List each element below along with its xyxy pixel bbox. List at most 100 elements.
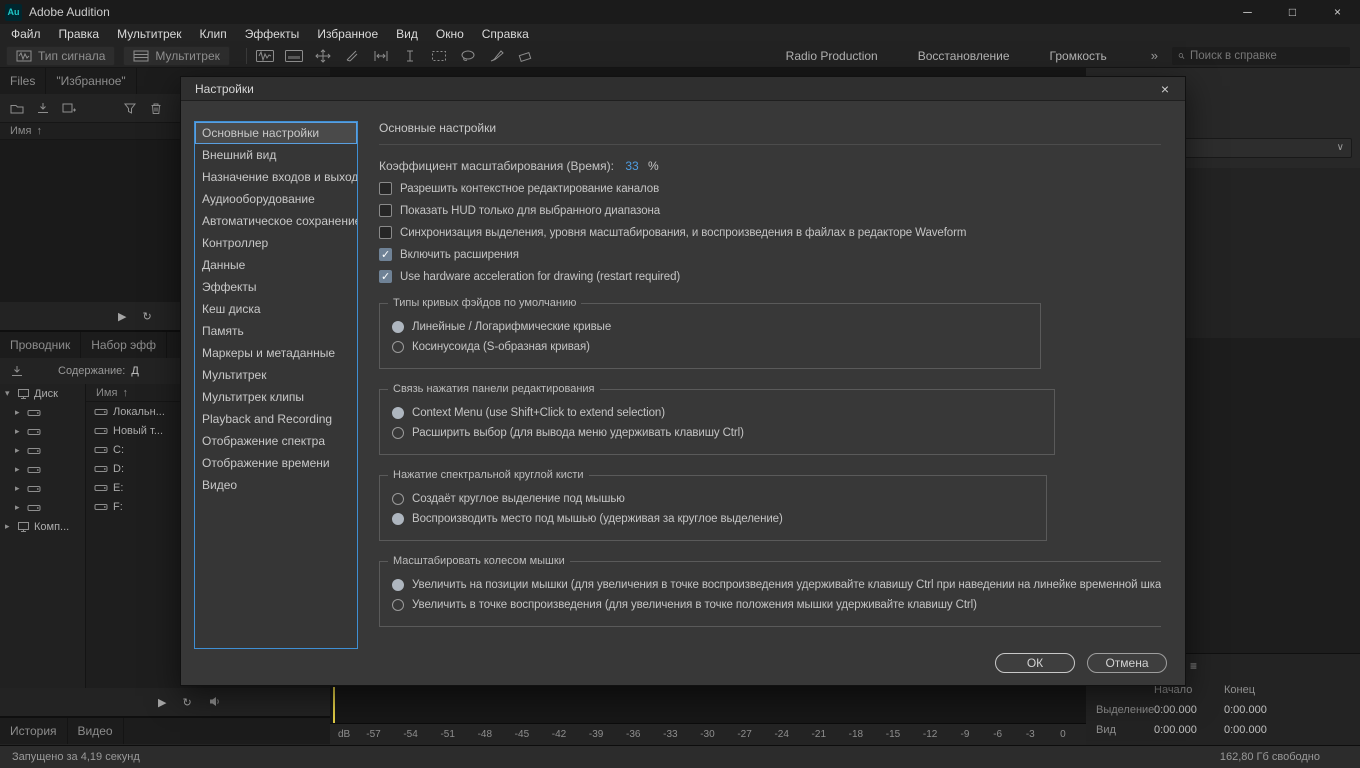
loop-icon[interactable]: ↻	[182, 696, 191, 709]
menu-item[interactable]: Мультитрек	[108, 24, 190, 44]
maximize-button[interactable]: □	[1270, 0, 1315, 24]
trash-icon[interactable]	[149, 102, 163, 115]
panel-tab[interactable]: Набор эфф ≡	[81, 332, 167, 358]
time-end-value[interactable]: 0:00.000	[1224, 704, 1294, 716]
checkbox-row[interactable]: Показать HUD только для выбранного диапа…	[379, 204, 1161, 217]
dialog-close-button[interactable]: ×	[1145, 77, 1185, 101]
preferences-category-item[interactable]: Маркеры и метаданные	[195, 342, 357, 364]
checkbox-row[interactable]: Синхронизация выделения, уровня масштаби…	[379, 226, 1161, 239]
open-folder-icon[interactable]	[10, 102, 24, 114]
help-search-input[interactable]	[1190, 50, 1344, 62]
checkbox[interactable]	[379, 226, 392, 239]
preferences-category-item[interactable]: Отображение времени	[195, 452, 357, 474]
checkbox-row[interactable]: Разрешить контекстное редактирование кан…	[379, 182, 1161, 195]
tree-drive-row[interactable]: ▸	[0, 460, 85, 479]
collapsed-icon[interactable]: ▸	[15, 502, 23, 513]
close-button[interactable]: ×	[1315, 0, 1360, 24]
preferences-category-item[interactable]: Данные	[195, 254, 357, 276]
radio-button[interactable]	[392, 407, 404, 419]
play-icon[interactable]: ▶	[158, 696, 166, 709]
radio-button[interactable]	[392, 599, 404, 611]
eraser-tool-icon[interactable]	[516, 48, 536, 64]
waveform-view-button[interactable]: Тип сигнала	[6, 46, 115, 66]
radio-option[interactable]: Увеличить в точке воспроизведения (для у…	[392, 599, 1156, 611]
multitrack-view-button[interactable]: Мультитрек	[123, 46, 229, 66]
help-search-box[interactable]	[1172, 47, 1350, 65]
preferences-category-item[interactable]: Контроллер	[195, 232, 357, 254]
checkbox[interactable]	[379, 204, 392, 217]
cancel-button[interactable]: Отмена	[1087, 653, 1167, 673]
preferences-category-item[interactable]: Кеш диска	[195, 298, 357, 320]
preferences-category-item[interactable]: Отображение спектра	[195, 430, 357, 452]
preferences-category-item[interactable]: Назначение входов и выходов	[195, 166, 357, 188]
paintbrush-selection-tool-icon[interactable]	[487, 48, 507, 64]
drive-tree[interactable]: ▾ Диск ▸ ▸	[0, 384, 86, 688]
radio-button[interactable]	[392, 341, 404, 353]
minimize-button[interactable]: ─	[1225, 0, 1270, 24]
radio-button[interactable]	[392, 427, 404, 439]
tree-root-row[interactable]: ▾ Диск	[0, 384, 85, 403]
menu-item[interactable]: Правка	[50, 24, 109, 44]
move-tool-icon[interactable]	[313, 48, 333, 64]
time-start-value[interactable]: 0:00.000	[1154, 724, 1224, 736]
workspace-tab[interactable]: Громкость	[1030, 49, 1127, 63]
radio-option[interactable]: Линейные / Логарифмические кривые	[392, 321, 1028, 333]
preferences-category-item[interactable]: Мультитрек	[195, 364, 357, 386]
razor-tool-icon[interactable]	[342, 48, 362, 64]
panel-tab[interactable]: Files ≡	[0, 68, 46, 94]
collapsed-icon[interactable]: ▸	[15, 483, 23, 494]
workspace-tab[interactable]: Восстановление	[898, 49, 1030, 63]
workspace-tab[interactable]: Radio Production	[766, 49, 898, 63]
preferences-category-item[interactable]: Эффекты	[195, 276, 357, 298]
import-file-icon[interactable]	[36, 102, 50, 114]
preferences-category-item[interactable]: Внешний вид	[195, 144, 357, 166]
preferences-category-item[interactable]: Мультитрек клипы	[195, 386, 357, 408]
preferences-category-item[interactable]: Память	[195, 320, 357, 342]
checkbox-row[interactable]: Включить расширения	[379, 248, 1161, 261]
tree-drive-row[interactable]: ▸	[0, 479, 85, 498]
dialog-titlebar[interactable]: Настройки ×	[181, 77, 1185, 101]
preferences-category-item[interactable]: Видео	[195, 474, 357, 496]
radio-button[interactable]	[392, 579, 404, 591]
tree-drive-row[interactable]: ▸	[0, 422, 85, 441]
collapsed-icon[interactable]: ▸	[5, 521, 13, 532]
loop-icon[interactable]: ↻	[142, 310, 151, 323]
preferences-category-item[interactable]: Playback and Recording	[195, 408, 357, 430]
spectral-display-icon[interactable]	[284, 48, 304, 64]
menu-item[interactable]: Справка	[473, 24, 538, 44]
collapsed-icon[interactable]: ▸	[15, 445, 23, 456]
checkbox[interactable]	[379, 182, 392, 195]
speaker-icon[interactable]	[208, 695, 220, 710]
preferences-category-item[interactable]: Аудиооборудование	[195, 188, 357, 210]
workspace-overflow-button[interactable]: »	[1151, 48, 1158, 63]
waveform-display-icon[interactable]	[255, 48, 275, 64]
play-icon[interactable]: ▶	[118, 310, 126, 323]
filter-icon[interactable]	[123, 102, 137, 114]
slip-tool-icon[interactable]	[371, 48, 391, 64]
preferences-category-list[interactable]: Основные настройкиВнешний видНазначение …	[194, 121, 358, 649]
contents-dropdown[interactable]: Д	[131, 365, 138, 377]
expanded-icon[interactable]: ▾	[5, 388, 13, 399]
collapsed-icon[interactable]: ▸	[15, 464, 23, 475]
time-start-value[interactable]: 0:00.000	[1154, 704, 1224, 716]
radio-button[interactable]	[392, 321, 404, 333]
tree-drive-row[interactable]: ▸	[0, 403, 85, 422]
panel-tab[interactable]: История ≡	[0, 718, 68, 744]
import-file-icon[interactable]	[10, 365, 24, 377]
radio-option[interactable]: Создаёт круглое выделение под мышью	[392, 493, 1034, 505]
radio-option[interactable]: Расширить выбор (для вывода меню удержив…	[392, 427, 1042, 439]
menu-item[interactable]: Эффекты	[236, 24, 309, 44]
time-end-value[interactable]: 0:00.000	[1224, 724, 1294, 736]
menu-item[interactable]: Окно	[427, 24, 473, 44]
ok-button[interactable]: ОК	[995, 653, 1075, 673]
menu-item[interactable]: Вид	[387, 24, 427, 44]
radio-option[interactable]: Context Menu (use Shift+Click to extend …	[392, 407, 1042, 419]
panel-menu-icon[interactable]: ≡	[1190, 659, 1197, 673]
radio-button[interactable]	[392, 513, 404, 525]
panel-tab[interactable]: "Избранное" ≡	[46, 68, 136, 94]
new-container-icon[interactable]	[62, 102, 77, 114]
time-selection-tool-icon[interactable]	[400, 48, 420, 64]
zoom-factor-value[interactable]: 33	[625, 159, 638, 173]
panel-tab[interactable]: Проводник ≡	[0, 332, 81, 358]
menu-item[interactable]: Файл	[2, 24, 50, 44]
